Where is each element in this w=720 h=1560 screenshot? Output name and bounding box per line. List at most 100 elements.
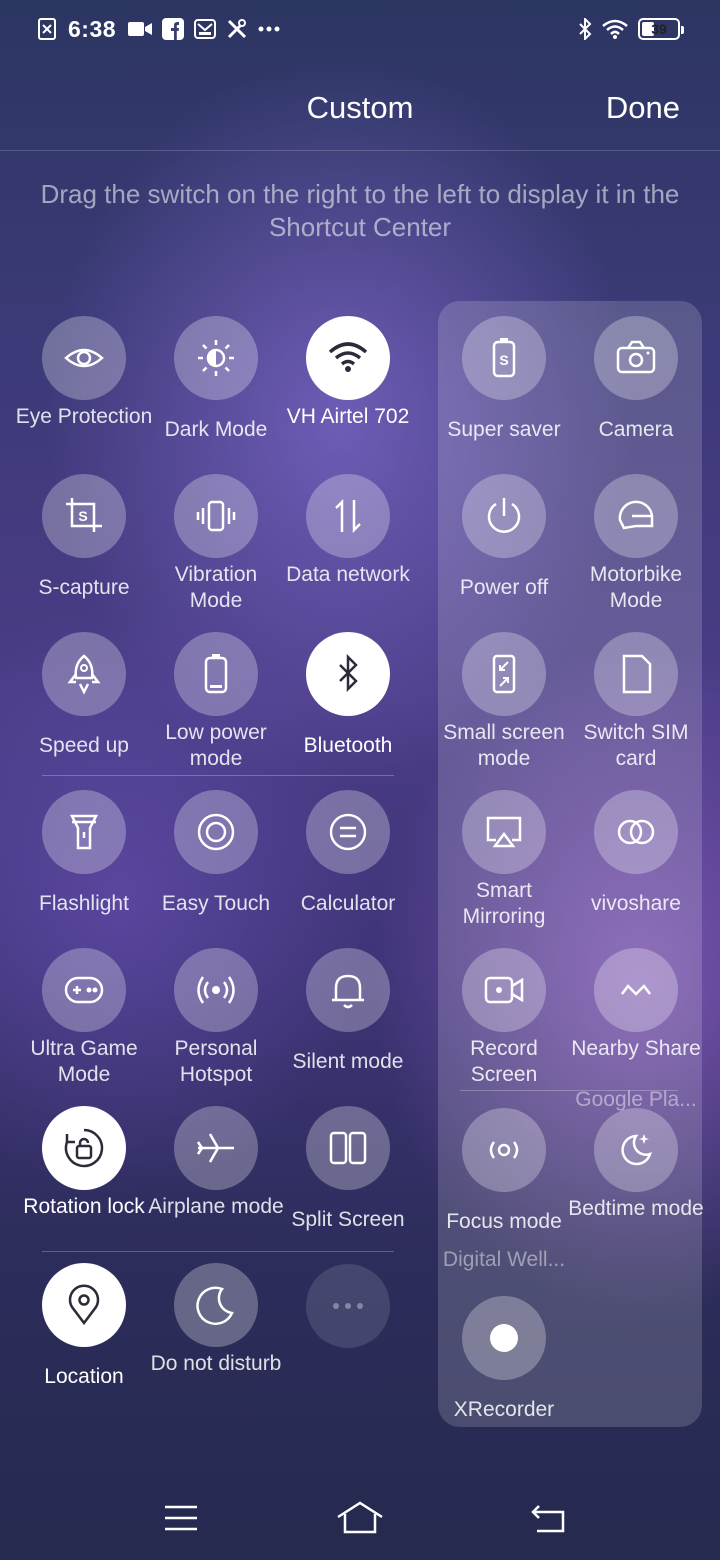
bedtime-icon <box>621 1134 652 1166</box>
shortcut-toggle-button[interactable] <box>594 316 678 400</box>
vibration-icon <box>196 500 236 532</box>
shortcut-toggle-button[interactable] <box>174 790 258 874</box>
shortcut-tile-motorbike-mode[interactable]: Motorbike Mode <box>570 474 702 632</box>
shortcut-label: Rotation lock <box>23 1195 145 1218</box>
shortcut-label: Data network <box>286 563 410 586</box>
shortcut-toggle-button[interactable] <box>42 1263 126 1347</box>
shortcut-tile-airplane-mode[interactable]: Airplane mode <box>148 1106 284 1264</box>
status-time: 6:38 <box>68 15 117 42</box>
shortcut-tile-vivoshare[interactable]: vivoshare <box>570 790 702 948</box>
small-screen-icon <box>492 654 516 694</box>
shortcut-toggle-button[interactable] <box>462 474 546 558</box>
shortcut-tile-easy-touch[interactable]: Easy Touch <box>150 790 282 948</box>
shortcut-toggle-button[interactable] <box>306 790 390 874</box>
shortcut-toggle-button[interactable] <box>594 632 678 716</box>
shortcut-tile-data-network[interactable]: Data network <box>282 474 414 632</box>
shortcut-tile-record-screen[interactable]: Record Screen <box>438 948 570 1106</box>
shortcut-tile-speed-up[interactable]: Speed up <box>18 632 150 790</box>
shortcut-tile-bluetooth[interactable]: Bluetooth <box>282 632 414 790</box>
shortcut-tile-split-screen[interactable]: Split Screen <box>282 1106 414 1264</box>
shortcut-toggle-button[interactable] <box>462 1296 546 1380</box>
shortcut-toggle-button[interactable] <box>462 790 546 874</box>
shortcut-toggle-button[interactable] <box>306 1264 390 1348</box>
facebook-icon <box>162 18 185 40</box>
shortcut-toggle-button[interactable] <box>306 316 390 400</box>
battery-level: 39 <box>651 21 667 37</box>
shortcut-tile-super-saver[interactable]: S Super saver <box>438 316 570 474</box>
shortcut-tile-camera[interactable]: Camera <box>570 316 702 474</box>
shortcut-label: Power off <box>459 576 549 599</box>
flashlight-icon <box>69 814 99 850</box>
instruction-text: Drag the switch on the right to the left… <box>40 179 680 242</box>
shortcut-toggle-button[interactable] <box>42 948 126 1032</box>
shortcut-toggle-button[interactable] <box>174 1106 258 1190</box>
shortcut-label: XRecorder <box>453 1398 555 1421</box>
shortcut-tile-low-power-mode[interactable]: Low power mode <box>150 632 282 790</box>
shortcut-tile-smart-mirroring[interactable]: Smart Mirroring <box>438 790 570 948</box>
shortcut-tile-eye-protection[interactable]: Eye Protection <box>16 316 152 474</box>
shortcut-toggle-button[interactable] <box>462 632 546 716</box>
shortcut-toggle-button[interactable] <box>306 632 390 716</box>
shortcut-toggle-button[interactable] <box>594 948 678 1032</box>
shortcut-toggle-button[interactable] <box>42 790 126 874</box>
video-icon <box>128 22 153 36</box>
shortcut-tile-xrecorder[interactable]: XRecorder <box>438 1296 570 1454</box>
shortcut-tile-flashlight[interactable]: Flashlight <box>18 790 150 948</box>
shortcut-tile-vh-airtel-702[interactable]: VH Airtel 702 <box>282 316 414 474</box>
shortcut-label: Motorbike Mode <box>589 563 683 612</box>
shortcut-toggle-button[interactable] <box>42 632 126 716</box>
shortcut-tile-calculator[interactable]: Calculator <box>282 790 414 948</box>
shortcut-tile-dark-mode[interactable]: Dark Mode <box>150 316 282 474</box>
back-button[interactable] <box>518 1498 578 1538</box>
shortcut-tile-ultra-game-mode[interactable]: Ultra Game Mode <box>18 948 150 1106</box>
shortcut-tile-do-not-disturb[interactable]: Do not disturb <box>150 1263 282 1421</box>
shortcut-toggle-button[interactable] <box>594 790 678 874</box>
shortcut-tile-s-capture[interactable]: S S-capture <box>18 474 150 632</box>
nearby-share-icon <box>621 984 651 996</box>
shortcut-toggle-button[interactable] <box>42 316 126 400</box>
shortcut-toggle-button[interactable] <box>174 1263 258 1347</box>
shortcut-label: Ultra Game Mode <box>30 1037 138 1086</box>
shortcut-toggle-button[interactable]: S <box>462 316 546 400</box>
shortcut-toggle-button[interactable] <box>174 316 258 400</box>
shortcut-tile-focus-mode[interactable]: Focus mode Digital Well... <box>438 1108 570 1271</box>
shortcut-toggle-button[interactable] <box>42 1106 126 1190</box>
home-button[interactable] <box>330 1498 390 1538</box>
bell-icon <box>332 974 364 1009</box>
shortcut-label: Bedtime mode <box>568 1197 704 1220</box>
wifi-icon <box>602 19 628 39</box>
done-button[interactable]: Done <box>606 90 680 126</box>
shortcut-tile-silent-mode[interactable]: Silent mode <box>282 948 414 1106</box>
shortcut-toggle-button[interactable] <box>462 1108 546 1192</box>
shortcut-tile-bedtime-mode[interactable]: Bedtime mode <box>568 1108 704 1266</box>
shortcut-toggle-button[interactable] <box>594 474 678 558</box>
shortcut-tile-power-off[interactable]: Power off <box>438 474 570 632</box>
shortcut-toggle-button[interactable] <box>306 1106 390 1190</box>
shortcut-tile-small-screen-mode[interactable]: Small screen mode <box>438 632 570 790</box>
shortcut-toggle-button[interactable] <box>594 1108 678 1192</box>
shortcut-tile-vibration-mode[interactable]: Vibration Mode <box>150 474 282 632</box>
shortcut-tile-switch-sim-card[interactable]: Switch SIM card <box>570 632 702 790</box>
shortcut-toggle-button[interactable] <box>174 632 258 716</box>
shortcut-toggle-button[interactable] <box>462 948 546 1032</box>
shortcut-toggle-button[interactable]: S <box>42 474 126 558</box>
shortcut-tile-personal-hotspot[interactable]: Personal Hotspot <box>150 948 282 1106</box>
data-network-icon <box>335 498 361 534</box>
svg-text:S: S <box>499 352 508 368</box>
shortcut-toggle-button[interactable] <box>306 474 390 558</box>
shortcut-label: VH Airtel 702 <box>286 405 410 428</box>
menu-button[interactable] <box>151 1498 211 1538</box>
shortcut-toggle-button[interactable] <box>306 948 390 1032</box>
shortcut-toggle-button[interactable] <box>174 474 258 558</box>
helmet-icon <box>618 500 654 530</box>
super-saver-icon: S <box>492 338 516 378</box>
more-dots-icon <box>333 1303 363 1309</box>
shortcut-tile-nearby-share[interactable]: Nearby Share Google Pla... <box>570 948 702 1111</box>
eye-icon <box>64 348 104 368</box>
shortcut-tile-rotation-lock[interactable]: Rotation lock <box>18 1106 150 1264</box>
shortcut-tile-location[interactable]: Location <box>18 1263 150 1421</box>
shortcut-label: Super saver <box>447 418 561 441</box>
shortcut-toggle-button[interactable] <box>174 948 258 1032</box>
shortcut-tile-more[interactable] <box>282 1264 414 1422</box>
rotation-lock-icon <box>64 1128 104 1168</box>
